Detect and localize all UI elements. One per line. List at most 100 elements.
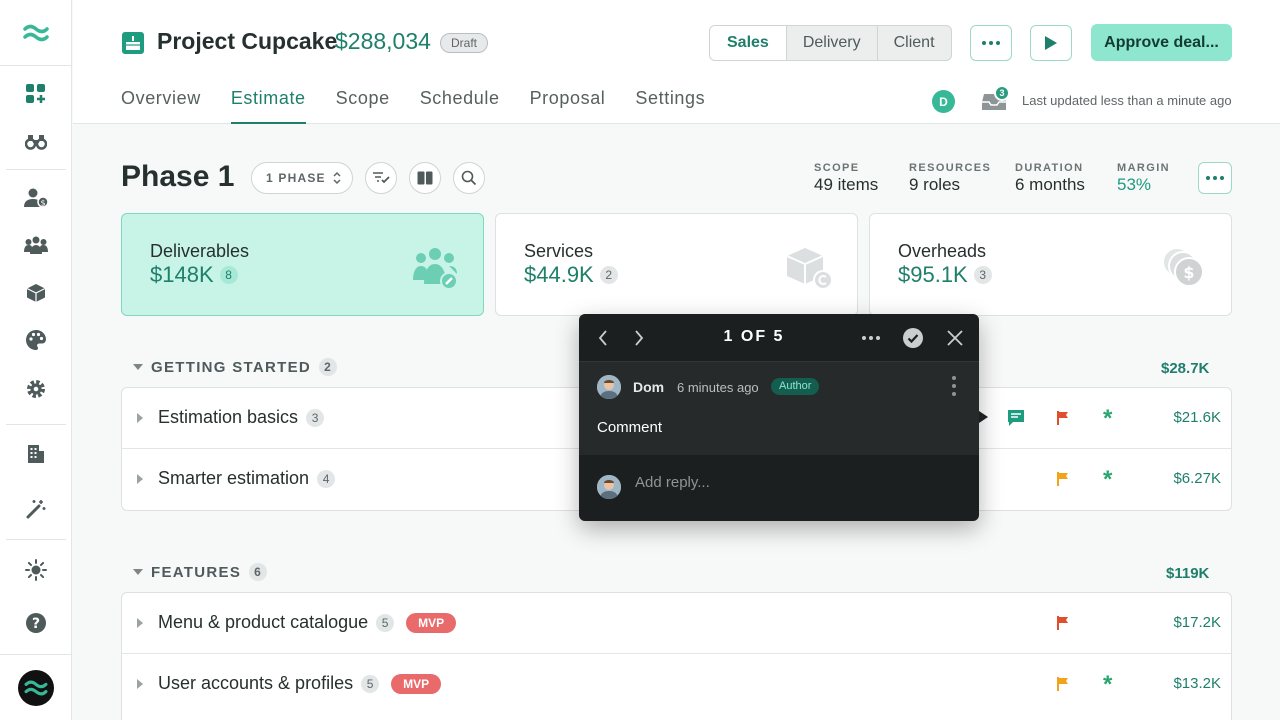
table-row[interactable]: User accounts & profiles 5 MVP * $13.2K <box>122 654 1231 715</box>
project-title[interactable]: Project Cupcake <box>157 28 337 55</box>
tab-schedule[interactable]: Schedule <box>420 88 500 124</box>
row-count: 4 <box>317 469 336 488</box>
stat-duration: DURATION 6 months <box>1015 162 1085 194</box>
nav-settings[interactable] <box>16 369 56 409</box>
avatar <box>597 375 621 399</box>
project-header: Project Cupcake $288,034 Draft Sales Del… <box>73 0 1280 124</box>
help-button[interactable]: ? <box>16 603 56 643</box>
flag-orange-icon[interactable] <box>1057 677 1069 691</box>
present-button[interactable] <box>1030 25 1072 61</box>
project-amount: $288,034 <box>335 28 431 54</box>
nav-dashboard[interactable] <box>16 74 56 114</box>
user-avatar-icon <box>597 475 621 499</box>
palette-icon <box>26 330 46 350</box>
team-icon <box>24 236 48 254</box>
check-circle-icon <box>903 328 923 348</box>
columns-button[interactable] <box>409 162 441 194</box>
svg-text:$: $ <box>40 199 45 208</box>
wave-logo-icon <box>24 680 48 695</box>
reply-input[interactable]: Add reply... <box>635 474 710 491</box>
card-value: $148K <box>150 262 214 287</box>
presence-avatar[interactable]: D <box>932 90 955 113</box>
card-overheads[interactable]: Overheads $95.1K 3 $ <box>869 213 1232 316</box>
section-title: GETTING STARTED <box>151 358 312 376</box>
mvp-badge: MVP <box>391 673 442 694</box>
expand-caret-icon[interactable] <box>137 413 143 423</box>
caret-down-icon <box>133 364 143 370</box>
asterisk-icon[interactable]: * <box>1103 671 1112 699</box>
magic-wand-icon <box>26 500 46 519</box>
nav-organisation[interactable] <box>16 434 56 474</box>
section-header-getting-started[interactable]: GETTING STARTED 2 <box>133 358 338 376</box>
close-popover-button[interactable] <box>943 326 967 350</box>
expand-caret-icon[interactable] <box>137 679 143 689</box>
svg-text:?: ? <box>32 616 40 632</box>
row-price: $17.2K <box>1173 614 1221 631</box>
author-badge: Author <box>771 378 820 395</box>
phase-selector-label: 1 PHASE <box>266 171 326 185</box>
view-sales-button[interactable]: Sales <box>710 26 786 60</box>
sidebar-divider <box>6 169 66 170</box>
section-count: 2 <box>319 358 338 376</box>
tab-overview[interactable]: Overview <box>121 88 201 124</box>
nav-magic[interactable] <box>16 489 56 529</box>
filter-button[interactable] <box>365 162 397 194</box>
flag-red-icon[interactable] <box>1057 616 1069 630</box>
gear-icon <box>27 380 45 398</box>
filter-check-icon <box>373 172 390 184</box>
user-dollar-icon: $ <box>24 188 48 208</box>
view-delivery-button[interactable]: Delivery <box>785 26 877 60</box>
theme-toggle[interactable] <box>16 550 56 590</box>
nav-explore[interactable] <box>16 122 56 162</box>
nav-products[interactable] <box>16 273 56 313</box>
flag-red-icon[interactable] <box>1057 411 1069 425</box>
expand-caret-icon[interactable] <box>137 474 143 484</box>
expand-caret-icon[interactable] <box>137 618 143 628</box>
tab-settings[interactable]: Settings <box>635 88 705 124</box>
updown-chevron-icon <box>333 171 341 185</box>
comment-icon[interactable] <box>1007 409 1025 427</box>
resolve-comment-button[interactable] <box>901 326 925 350</box>
more-actions-button[interactable] <box>970 25 1012 61</box>
avatar <box>597 475 621 499</box>
row-title: Estimation basics <box>158 407 299 427</box>
popover-header: 1 OF 5 <box>579 314 979 362</box>
view-switcher: Sales Delivery Client <box>709 25 952 61</box>
sidebar-divider <box>6 539 66 540</box>
table-row[interactable]: Menu & product catalogue 5 MVP $17.2K <box>122 593 1231 654</box>
search-button[interactable] <box>453 162 485 194</box>
asterisk-icon[interactable]: * <box>1103 466 1112 494</box>
approve-deal-button[interactable]: Approve deal... <box>1091 24 1232 61</box>
section-total: $119K <box>1166 565 1210 582</box>
comment-popover: 1 OF 5 Dom 6 minutes ago Author Comment … <box>579 314 988 521</box>
nav-clients[interactable]: $ <box>16 178 56 218</box>
mvp-badge: MVP <box>406 612 457 633</box>
phase-more-button[interactable] <box>1198 162 1232 194</box>
flag-orange-icon[interactable] <box>1057 472 1069 486</box>
comment-author: Dom <box>633 379 665 395</box>
section-header-features[interactable]: FEATURES 6 <box>133 563 268 581</box>
account-avatar[interactable] <box>18 669 54 706</box>
phase-title[interactable]: Phase 1 <box>121 160 234 194</box>
tab-estimate[interactable]: Estimate <box>230 88 306 124</box>
tab-proposal[interactable]: Proposal <box>530 88 606 124</box>
card-deliverables[interactable]: Deliverables $148K 8 <box>121 213 484 316</box>
kebab-icon[interactable] <box>949 374 959 398</box>
view-client-button[interactable]: Client <box>876 26 951 60</box>
app-logo[interactable] <box>0 0 72 66</box>
account-menu[interactable] <box>0 654 72 720</box>
columns-icon <box>417 171 433 185</box>
feature-list: Menu & product catalogue 5 MVP $17.2K Us… <box>121 592 1232 720</box>
phase-selector[interactable]: 1 PHASE <box>251 162 353 194</box>
sun-icon <box>25 559 47 581</box>
section-title: FEATURES <box>151 563 242 581</box>
nav-team[interactable] <box>16 225 56 265</box>
card-services[interactable]: Services $44.9K 2 <box>495 213 858 316</box>
asterisk-icon[interactable]: * <box>1103 405 1112 433</box>
tab-scope[interactable]: Scope <box>336 88 390 124</box>
nav-branding[interactable] <box>16 320 56 360</box>
last-updated-text: Last updated less than a minute ago <box>1022 93 1232 108</box>
close-icon <box>947 330 963 346</box>
comment-more-button[interactable] <box>859 326 883 350</box>
row-price: $21.6K <box>1173 409 1221 426</box>
